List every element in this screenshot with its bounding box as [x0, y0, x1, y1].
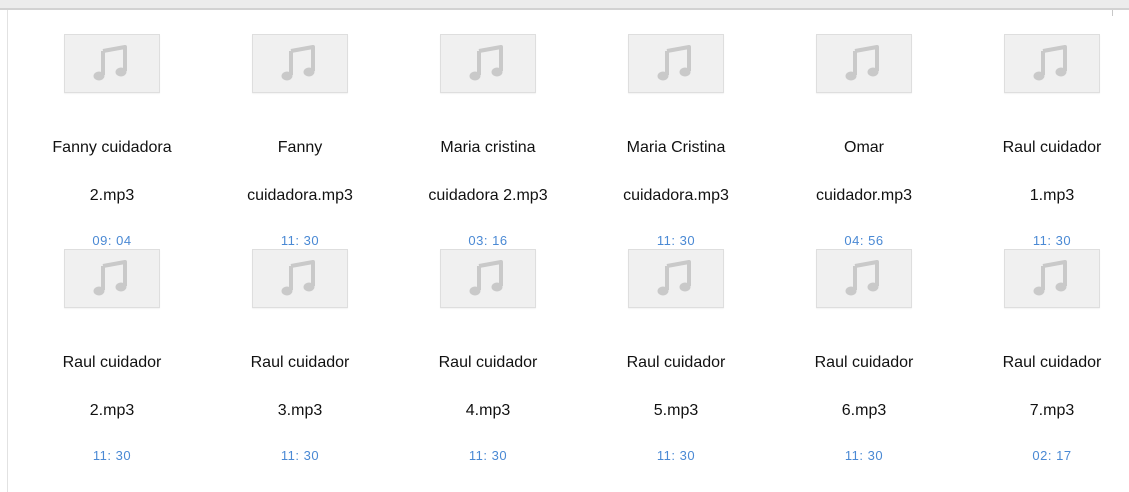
file-item[interactable]: Raul cuidador 1.mp3 11: 30	[958, 34, 1129, 249]
file-thumbnail[interactable]	[252, 34, 348, 93]
file-name-line2: 3.mp3	[277, 402, 323, 419]
file-duration: 09: 04	[92, 233, 132, 248]
music-note-icon	[845, 44, 879, 80]
music-note-icon	[657, 259, 691, 295]
window-top-border	[0, 0, 1129, 10]
file-name-line2: 2.mp3	[89, 187, 135, 204]
file-duration: 11: 30	[656, 233, 696, 248]
file-name[interactable]: Fanny cuidadora 2.mp3	[24, 112, 200, 232]
music-note-icon	[845, 259, 879, 295]
file-name-line2: 2.mp3	[89, 402, 135, 419]
file-name[interactable]: Raul cuidador 2.mp3	[24, 327, 200, 447]
file-name-line1: Fanny cuidadora	[52, 139, 172, 156]
file-name-line1: Raul cuidador	[438, 354, 538, 371]
file-thumbnail[interactable]	[1004, 34, 1100, 93]
file-thumbnail[interactable]	[64, 249, 160, 308]
file-name-line2: 7.mp3	[1029, 402, 1075, 419]
file-duration: 03: 16	[468, 233, 508, 248]
file-name-line1: Fanny	[277, 139, 323, 156]
file-name-line2: cuidadora 2.mp3	[428, 187, 548, 204]
file-item[interactable]: Fanny cuidadora 2.mp3 09: 04	[18, 34, 206, 249]
file-item[interactable]: Omar cuidador.mp3 04: 56	[770, 34, 958, 249]
file-duration: 02: 17	[1032, 448, 1072, 463]
music-note-icon	[281, 44, 315, 80]
file-name[interactable]: Raul cuidador 3.mp3	[212, 327, 388, 447]
file-duration: 11: 30	[1032, 233, 1072, 248]
music-note-icon	[1033, 44, 1067, 80]
file-item[interactable]: Raul cuidador 2.mp3 11: 30	[18, 249, 206, 464]
file-duration: 11: 30	[280, 233, 320, 248]
file-name-line1: Raul cuidador	[1002, 354, 1102, 371]
file-name-line1: Raul cuidador	[1002, 139, 1102, 156]
file-name[interactable]: Omar cuidador.mp3	[776, 112, 952, 232]
file-name[interactable]: Raul cuidador 4.mp3	[400, 327, 576, 447]
file-thumbnail[interactable]	[628, 34, 724, 93]
file-name-line2: 4.mp3	[465, 402, 511, 419]
file-name[interactable]: Raul cuidador 7.mp3	[964, 327, 1129, 447]
file-name-line2: cuidadora.mp3	[623, 187, 729, 204]
file-name-line1: Raul cuidador	[814, 354, 914, 371]
file-thumbnail[interactable]	[64, 34, 160, 93]
file-duration: 11: 30	[468, 448, 508, 463]
music-note-icon	[93, 44, 127, 80]
music-note-icon	[93, 259, 127, 295]
music-note-icon	[469, 44, 503, 80]
file-thumbnail[interactable]	[816, 249, 912, 308]
music-note-icon	[281, 259, 315, 295]
sidebar-edge	[0, 10, 8, 492]
file-name-line2: 6.mp3	[841, 402, 887, 419]
file-name[interactable]: Raul cuidador 6.mp3	[776, 327, 952, 447]
file-item[interactable]: Raul cuidador 3.mp3 11: 30	[206, 249, 394, 464]
file-item[interactable]: Maria cristina cuidadora 2.mp3 03: 16	[394, 34, 582, 249]
file-name-line2: 5.mp3	[653, 402, 699, 419]
file-name-line1: Raul cuidador	[62, 354, 162, 371]
scrollbar-thumb[interactable]	[1112, 10, 1113, 16]
file-name[interactable]: Raul cuidador 5.mp3	[588, 327, 764, 447]
file-thumbnail[interactable]	[1004, 249, 1100, 308]
music-note-icon	[1033, 259, 1067, 295]
file-item[interactable]: Raul cuidador 6.mp3 11: 30	[770, 249, 958, 464]
file-thumbnail[interactable]	[628, 249, 724, 308]
file-item[interactable]: Maria Cristina cuidadora.mp3 11: 30	[582, 34, 770, 249]
file-name-line1: Maria Cristina	[626, 139, 726, 156]
music-note-icon	[469, 259, 503, 295]
file-duration: 11: 30	[280, 448, 320, 463]
file-name[interactable]: Fanny cuidadora.mp3	[212, 112, 388, 232]
file-name[interactable]: Raul cuidador 1.mp3	[964, 112, 1129, 232]
file-thumbnail[interactable]	[440, 249, 536, 308]
file-item[interactable]: Raul cuidador 5.mp3 11: 30	[582, 249, 770, 464]
file-duration: 04: 56	[844, 233, 884, 248]
file-item[interactable]: Raul cuidador 7.mp3 02: 17	[958, 249, 1129, 464]
file-thumbnail[interactable]	[252, 249, 348, 308]
file-thumbnail[interactable]	[440, 34, 536, 93]
file-name-line2: cuidadora.mp3	[247, 187, 353, 204]
file-duration: 11: 30	[92, 448, 132, 463]
file-item[interactable]: Raul cuidador 4.mp3 11: 30	[394, 249, 582, 464]
file-name-line2: cuidador.mp3	[815, 187, 913, 204]
file-name-line1: Raul cuidador	[626, 354, 726, 371]
file-item[interactable]: Fanny cuidadora.mp3 11: 30	[206, 34, 394, 249]
file-thumbnail[interactable]	[816, 34, 912, 93]
file-duration: 11: 30	[656, 448, 696, 463]
file-name[interactable]: Maria Cristina cuidadora.mp3	[588, 112, 764, 232]
file-name-line2: 1.mp3	[1029, 187, 1075, 204]
file-name-line1: Maria cristina	[440, 139, 536, 156]
file-icon-grid: Fanny cuidadora 2.mp3 09: 04 Fanny cuida…	[18, 34, 1110, 464]
music-note-icon	[657, 44, 691, 80]
file-name-line1: Omar	[844, 139, 884, 156]
file-name[interactable]: Maria cristina cuidadora 2.mp3	[400, 112, 576, 232]
file-name-line1: Raul cuidador	[250, 354, 350, 371]
file-duration: 11: 30	[844, 448, 884, 463]
